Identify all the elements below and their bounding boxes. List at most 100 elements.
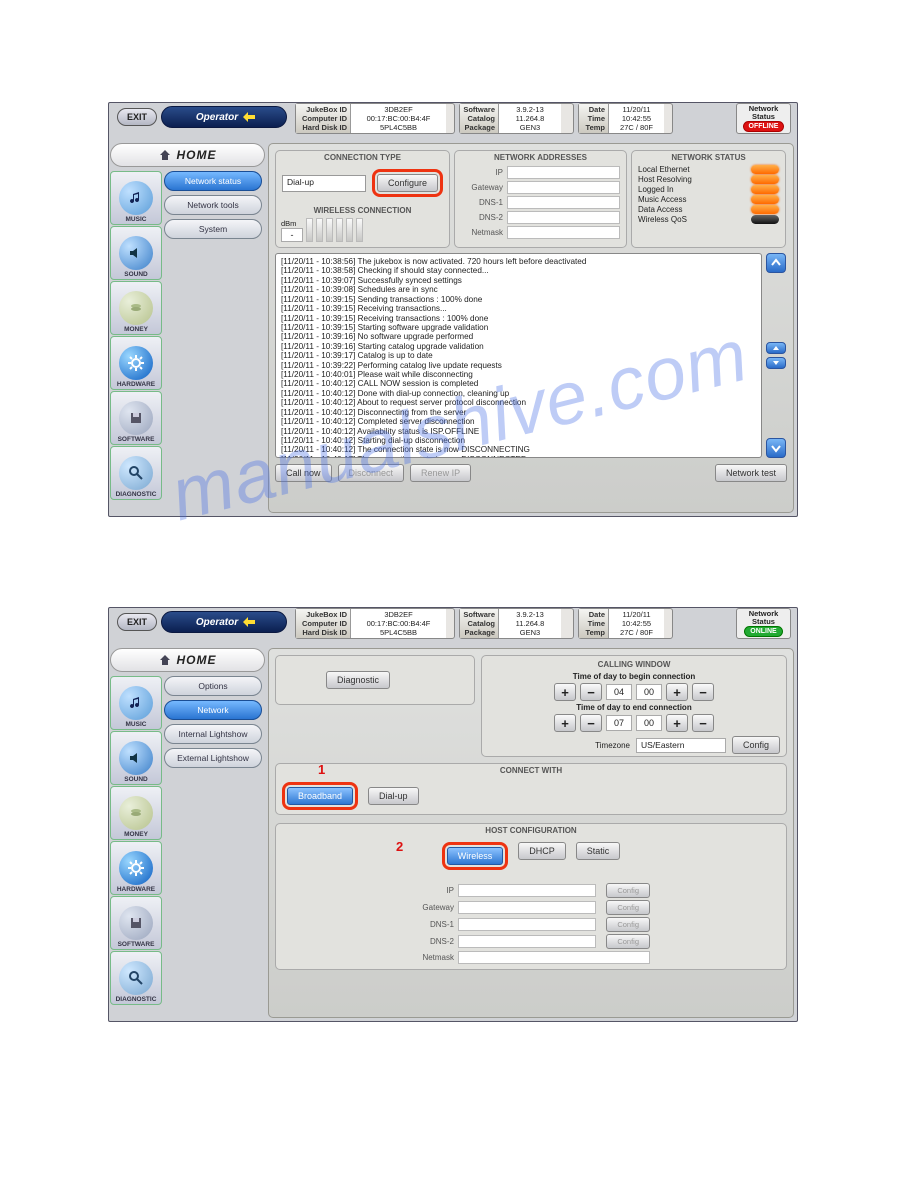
exit-button[interactable]: EXIT	[117, 613, 157, 631]
chevron-up-icon	[771, 258, 781, 268]
renew-ip-button[interactable]: Renew IP	[410, 464, 471, 482]
begin-min: 00	[636, 684, 662, 700]
tab-hardware[interactable]: HARDWARE	[110, 841, 162, 895]
music-icon	[128, 190, 144, 206]
dns1-config-button[interactable]: Config	[606, 917, 650, 932]
info-datetime: DateTimeTemp 11/20/1110:42:5527C / 80F	[578, 608, 673, 639]
gear-icon	[127, 859, 145, 877]
panel-network-addresses: NETWORK ADDRESSES IP Gateway DNS-1 DNS-2…	[454, 150, 627, 248]
magnifier-icon	[127, 969, 145, 987]
network-status-box: Network Status ONLINE	[736, 608, 791, 639]
tab-hardware[interactable]: HARDWARE	[110, 336, 162, 390]
signal-bar	[356, 218, 363, 242]
home-bar[interactable]: HOME	[110, 648, 265, 672]
home-bar[interactable]: HOME	[110, 143, 265, 167]
host-dns2[interactable]	[458, 935, 596, 948]
triangle-up-icon	[772, 345, 780, 351]
begin-hour-plus[interactable]: +	[554, 683, 576, 701]
panel-connect-with: 1 CONNECT WITH Broadband Dial-up	[275, 763, 787, 815]
begin-hour-minus[interactable]: −	[580, 683, 602, 701]
network-test-button[interactable]: Network test	[715, 464, 787, 482]
operator-icon	[242, 111, 256, 123]
diagnostic-button[interactable]: Diagnostic	[326, 671, 390, 689]
panel-host-config: HOST CONFIGURATION 2 Wireless DHCP Stati…	[275, 823, 787, 970]
subnav-system[interactable]: System	[164, 219, 262, 239]
callout-1: 1	[318, 762, 325, 777]
end-min: 00	[636, 715, 662, 731]
static-button[interactable]: Static	[576, 842, 621, 860]
subnav-external-lightshow[interactable]: External Lightshow	[164, 748, 262, 768]
begin-min-minus[interactable]: −	[692, 683, 714, 701]
tab-sound[interactable]: SOUND	[110, 226, 162, 280]
subnav-internal-lightshow[interactable]: Internal Lightshow	[164, 724, 262, 744]
highlight-wireless: Wireless	[442, 842, 509, 870]
home-icon	[159, 149, 171, 161]
ip-value	[507, 166, 620, 179]
scroll-step-down-button[interactable]	[766, 357, 786, 369]
configure-button[interactable]: Configure	[377, 174, 438, 192]
speaker-icon	[128, 750, 144, 766]
scroll-step-up-button[interactable]	[766, 342, 786, 354]
scroll-down-button[interactable]	[766, 438, 786, 458]
end-hour: 07	[606, 715, 632, 731]
timezone-value: US/Eastern	[636, 738, 726, 753]
coins-icon	[128, 805, 144, 821]
info-jukebox: JukeBox IDComputer IDHard Disk ID 3DB2EF…	[295, 103, 455, 134]
info-software: SoftwareCatalogPackage 3.9.2-1311.264.8G…	[459, 103, 574, 134]
led-local-ethernet	[751, 165, 779, 174]
signal-bar	[346, 218, 353, 242]
tab-diagnostic[interactable]: DIAGNOSTIC	[110, 951, 162, 1005]
host-dns1[interactable]	[458, 918, 596, 931]
highlight-configure: Configure	[372, 169, 443, 197]
broadband-button[interactable]: Broadband	[287, 787, 353, 805]
begin-min-plus[interactable]: +	[666, 683, 688, 701]
gateway-config-button[interactable]: Config	[606, 900, 650, 915]
subnav-network[interactable]: Network	[164, 700, 262, 720]
scroll-up-button[interactable]	[766, 253, 786, 273]
tab-diagnostic[interactable]: DIAGNOSTIC	[110, 446, 162, 500]
tab-software[interactable]: SOFTWARE	[110, 896, 162, 950]
end-min-minus[interactable]: −	[692, 714, 714, 732]
screenshot-network-config: EXIT Operator JukeBox IDComputer IDHard …	[108, 607, 798, 1022]
wireless-button[interactable]: Wireless	[447, 847, 504, 865]
dns1-value	[507, 196, 620, 209]
log-output: [11/20/11 - 10:38:56] The jukebox is now…	[275, 253, 762, 458]
end-hour-plus[interactable]: +	[554, 714, 576, 732]
signal-bar	[326, 218, 333, 242]
info-software: SoftwareCatalogPackage 3.9.2-1311.264.8G…	[459, 608, 574, 639]
magnifier-icon	[127, 464, 145, 482]
host-netmask[interactable]	[458, 951, 650, 964]
disconnect-button[interactable]: Disconnect	[338, 464, 405, 482]
signal-bar	[316, 218, 323, 242]
end-min-plus[interactable]: +	[666, 714, 688, 732]
dialup-button[interactable]: Dial-up	[368, 787, 419, 805]
exit-button[interactable]: EXIT	[117, 108, 157, 126]
led-data-access	[751, 205, 779, 214]
tab-money[interactable]: MONEY	[110, 281, 162, 335]
connection-type-value: Dial-up	[282, 175, 366, 192]
tab-software[interactable]: SOFTWARE	[110, 391, 162, 445]
status-offline: OFFLINE	[743, 121, 785, 132]
timezone-config-button[interactable]: Config	[732, 736, 780, 754]
begin-hour: 04	[606, 684, 632, 700]
led-logged-in	[751, 185, 779, 194]
panel-calling-window: CALLING WINDOW Time of day to begin conn…	[481, 655, 787, 757]
host-gateway[interactable]	[458, 901, 596, 914]
subnav-network-tools[interactable]: Network tools	[164, 195, 262, 215]
tab-music[interactable]: MUSIC	[110, 676, 162, 730]
subnav-options[interactable]: Options	[164, 676, 262, 696]
gateway-value	[507, 181, 620, 194]
panel-diagnostic: Diagnostic	[275, 655, 475, 705]
host-ip[interactable]	[458, 884, 596, 897]
led-wireless-qos	[751, 215, 779, 224]
tab-music[interactable]: MUSIC	[110, 171, 162, 225]
info-jukebox: JukeBox IDComputer IDHard Disk ID 3DB2EF…	[295, 608, 455, 639]
subnav-network-status[interactable]: Network status	[164, 171, 262, 191]
ip-config-button[interactable]: Config	[606, 883, 650, 898]
dhcp-button[interactable]: DHCP	[518, 842, 566, 860]
call-now-button[interactable]: Call now	[275, 464, 332, 482]
dns2-config-button[interactable]: Config	[606, 934, 650, 949]
tab-sound[interactable]: SOUND	[110, 731, 162, 785]
tab-money[interactable]: MONEY	[110, 786, 162, 840]
end-hour-minus[interactable]: −	[580, 714, 602, 732]
